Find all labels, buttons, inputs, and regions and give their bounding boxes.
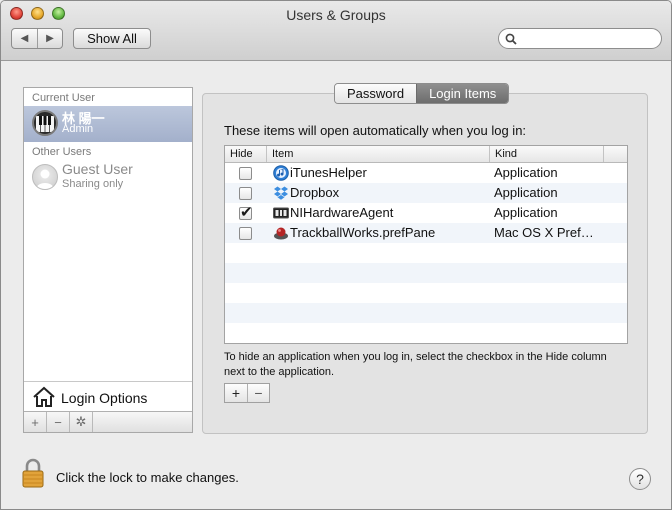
search-input[interactable]	[519, 31, 655, 46]
lock-icon[interactable]	[21, 458, 45, 488]
show-all-button[interactable]: Show All	[73, 28, 151, 49]
guest-user-name: Guest User	[62, 161, 133, 177]
search-icon	[505, 33, 517, 45]
current-user-role: Admin	[62, 123, 94, 135]
hide-hint-text: To hide an application when you log in, …	[224, 351, 607, 378]
table-row-empty	[225, 323, 627, 343]
chevron-left-icon: ◀	[20, 33, 29, 44]
column-header-hide[interactable]: Hide	[225, 146, 267, 162]
table-row-empty	[225, 303, 627, 323]
column-header-kind[interactable]: Kind	[490, 146, 604, 162]
lock-status-text: Click the lock to make changes.	[56, 470, 239, 485]
users-groups-window: Users & Groups ◀ ▶ Show All Current User	[0, 0, 672, 510]
chevron-right-icon: ▶	[46, 33, 54, 44]
user-row-guest[interactable]: Guest User Sharing only	[24, 160, 192, 196]
item-kind: Application	[494, 165, 558, 180]
action-menu-button[interactable]: ✲	[70, 412, 93, 432]
login-options-item[interactable]: Login Options	[24, 381, 192, 411]
table-row-empty	[225, 283, 627, 303]
forward-button[interactable]: ▶	[37, 29, 62, 48]
help-button[interactable]: ?	[629, 468, 651, 490]
users-sidebar: Current User 林 陽一 Admin Other Users Gues…	[23, 87, 193, 433]
house-icon	[33, 386, 55, 407]
hide-checkbox[interactable]	[239, 203, 253, 221]
table-row[interactable]: iTunesHelper Application	[225, 163, 627, 183]
table-row-empty	[225, 263, 627, 283]
title-bar: Users & Groups ◀ ▶ Show All	[1, 1, 671, 61]
remove-login-item-button[interactable]: −	[247, 384, 269, 402]
other-users-header: Other Users	[32, 146, 92, 158]
table-header: Hide Item Kind	[225, 146, 627, 163]
item-name: iTunesHelper	[290, 165, 367, 180]
window-title: Users & Groups	[286, 7, 386, 23]
hardware-chip-icon	[273, 207, 289, 219]
current-user-header: Current User	[32, 92, 95, 104]
piano-keys-avatar	[32, 110, 58, 136]
add-login-item-button[interactable]: +	[225, 384, 247, 402]
hide-checkbox[interactable]	[239, 187, 252, 200]
item-name: Dropbox	[290, 185, 340, 200]
remove-user-button[interactable]: −	[47, 412, 70, 432]
column-header-item[interactable]: Item	[267, 146, 490, 162]
tab-bar: Password Login Items	[334, 83, 510, 104]
item-kind: Application	[494, 185, 558, 200]
add-user-button[interactable]: +	[24, 412, 47, 432]
hide-checkbox[interactable]	[239, 167, 252, 180]
nav-back-forward: ◀ ▶	[11, 28, 63, 49]
table-row-empty	[225, 243, 627, 263]
search-field[interactable]	[498, 28, 662, 49]
tab-password[interactable]: Password	[335, 84, 417, 103]
login-items-intro: These items will open automatically when…	[224, 123, 527, 138]
itunes-icon	[273, 165, 289, 181]
silhouette-avatar	[32, 164, 58, 190]
table-row[interactable]: TrackballWorks.prefPane Mac OS X Pref…	[225, 223, 627, 243]
dropbox-icon	[274, 186, 288, 200]
gear-icon: ✲	[75, 414, 87, 429]
guest-user-role: Sharing only	[62, 178, 124, 190]
trackball-icon	[274, 227, 288, 240]
sidebar-button-bar: + − ✲	[24, 411, 192, 432]
login-options-label: Login Options	[61, 390, 148, 406]
item-kind: Application	[494, 205, 558, 220]
back-button[interactable]: ◀	[12, 29, 37, 48]
table-row[interactable]: Dropbox Application	[225, 183, 627, 203]
login-items-button-bar: + −	[224, 383, 270, 403]
tab-login-items[interactable]: Login Items	[416, 84, 509, 103]
hide-checkbox[interactable]	[239, 227, 252, 240]
login-items-table: Hide Item Kind iTunesHelper Application	[224, 145, 628, 344]
user-row-current[interactable]: 林 陽一 Admin	[24, 106, 192, 142]
item-name: NIHardwareAgent	[290, 205, 394, 220]
item-kind: Mac OS X Pref…	[494, 225, 594, 240]
table-row[interactable]: NIHardwareAgent Application	[225, 203, 627, 223]
item-name: TrackballWorks.prefPane	[290, 225, 436, 240]
